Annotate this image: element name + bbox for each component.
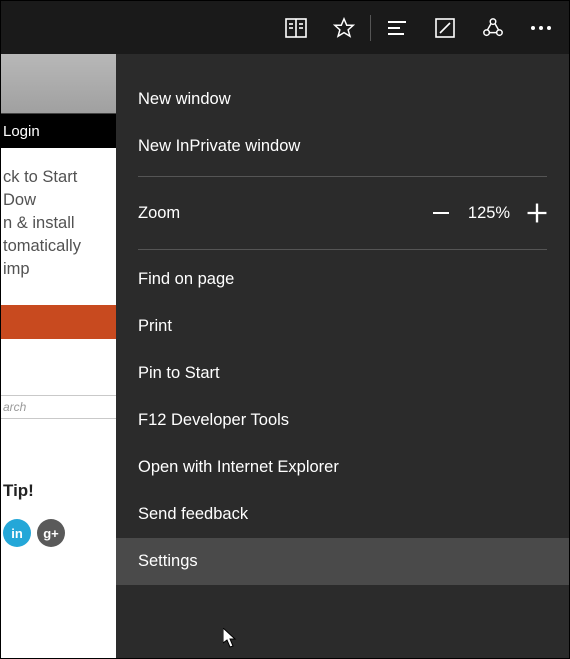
menu-open-ie[interactable]: Open with Internet Explorer [116, 444, 569, 491]
menu-label: Print [138, 317, 172, 336]
menu-new-window[interactable]: New window [116, 76, 569, 123]
menu-label: Open with Internet Explorer [138, 458, 339, 477]
menu-label: Find on page [138, 270, 234, 289]
web-note-icon[interactable] [421, 1, 469, 54]
zoom-value: 125% [463, 204, 515, 223]
promo-text: ck to Start Dow n & install tomatically … [1, 148, 116, 297]
zoom-out-button[interactable] [419, 195, 463, 231]
menu-feedback[interactable]: Send feedback [116, 491, 569, 538]
toolbar-separator [370, 15, 371, 41]
menu-find[interactable]: Find on page [116, 256, 569, 303]
reading-list-icon[interactable] [272, 1, 320, 54]
menu-label: Send feedback [138, 505, 248, 524]
linkedin-icon[interactable]: in [3, 519, 31, 547]
menu-zoom: Zoom 125% [116, 183, 569, 243]
social-icons: in g+ [1, 519, 116, 547]
googleplus-icon[interactable]: g+ [37, 519, 65, 547]
page-content: Login ck to Start Dow n & install tomati… [1, 54, 116, 658]
more-menu: New window New InPrivate window Zoom 125… [116, 54, 569, 658]
tab-strip [1, 54, 116, 114]
menu-pin[interactable]: Pin to Start [116, 350, 569, 397]
search-input[interactable]: arch [1, 395, 116, 419]
share-icon[interactable] [469, 1, 517, 54]
zoom-label: Zoom [138, 204, 180, 223]
more-icon[interactable] [517, 1, 565, 54]
menu-divider [138, 176, 547, 177]
tip-heading: Tip! [1, 481, 116, 501]
menu-label: Pin to Start [138, 364, 220, 383]
browser-toolbar [1, 1, 569, 54]
menu-label: F12 Developer Tools [138, 411, 289, 430]
menu-label: Settings [138, 552, 198, 571]
menu-new-inprivate[interactable]: New InPrivate window [116, 123, 569, 170]
menu-divider [138, 249, 547, 250]
menu-settings[interactable]: Settings [116, 538, 569, 585]
download-button-fragment[interactable] [1, 305, 116, 339]
favorite-star-icon[interactable] [320, 1, 368, 54]
menu-devtools[interactable]: F12 Developer Tools [116, 397, 569, 444]
menu-label: New window [138, 90, 231, 109]
hub-icon[interactable] [373, 1, 421, 54]
menu-label: New InPrivate window [138, 137, 300, 156]
zoom-in-button[interactable] [515, 195, 559, 231]
login-bar[interactable]: Login [1, 114, 116, 148]
login-label: Login [3, 123, 40, 140]
menu-print[interactable]: Print [116, 303, 569, 350]
